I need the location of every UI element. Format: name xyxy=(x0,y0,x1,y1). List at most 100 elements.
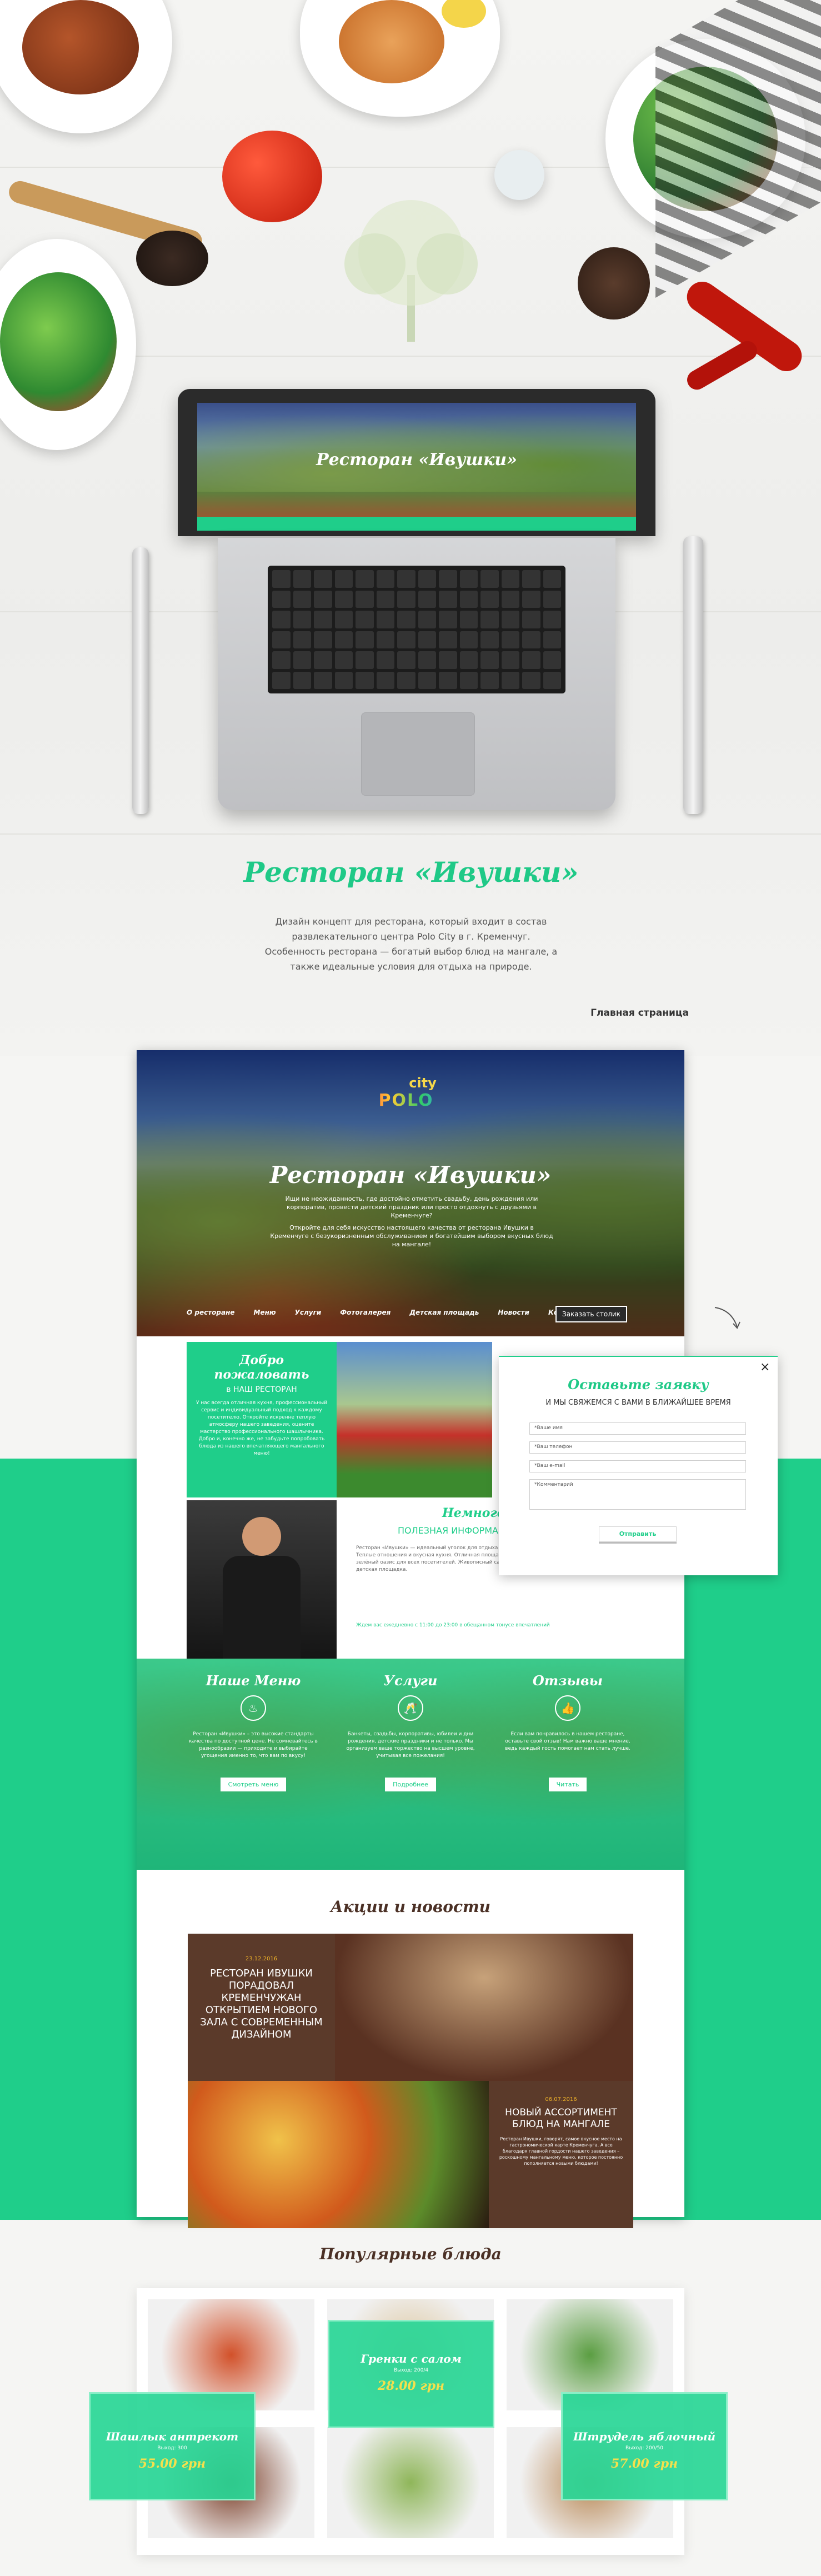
keyboard-key xyxy=(418,570,436,588)
nav-item[interactable]: Новости xyxy=(498,1309,529,1316)
nav-item[interactable]: Детская площадь xyxy=(409,1309,479,1316)
keyboard-key xyxy=(522,671,540,689)
news-title: Акции и новости xyxy=(331,1898,490,1916)
keyboard-key xyxy=(397,611,415,628)
keyboard-key xyxy=(272,671,291,689)
feature-cta-button[interactable]: Читать xyxy=(548,1778,587,1791)
keyboard-key xyxy=(334,590,353,608)
polo-city-logo[interactable]: city POLO xyxy=(362,1075,450,1120)
feature-cta-button[interactable]: Смотреть меню xyxy=(220,1778,287,1791)
keyboard-key xyxy=(356,671,374,689)
peppercorns-icon xyxy=(136,231,208,286)
keyboard-key xyxy=(480,651,499,669)
keyboard-key xyxy=(480,631,499,648)
keyboard-key xyxy=(418,590,436,608)
keyboard-key xyxy=(501,590,519,608)
dish-name: Штрудель яблочный xyxy=(573,2430,715,2443)
phone-input[interactable]: *Ваш телефон xyxy=(529,1441,746,1454)
keyboard-key xyxy=(334,671,353,689)
dish-name: Гренки с салом xyxy=(361,2352,462,2365)
keyboard-key xyxy=(501,651,519,669)
keyboard-key xyxy=(459,611,478,628)
keyboard-key xyxy=(293,631,311,648)
keyboard-key xyxy=(397,590,415,608)
form-title: Оставьте заявку xyxy=(568,1376,709,1392)
keyboard-key xyxy=(314,590,332,608)
keyboard-key xyxy=(480,590,499,608)
news-date: 06.07.2016 xyxy=(545,2096,577,2103)
keyboard-key xyxy=(439,590,457,608)
keyboard-key xyxy=(376,570,394,588)
feature-column: Наше Меню ♨ Ресторан «Ивушки» – это высоки… xyxy=(187,1673,320,1791)
keyboard-key xyxy=(501,570,519,588)
news-card-1[interactable]: 23.12.2016 РЕСТОРАН ИВУШКИ ПОРАДОВАЛ КРЕ… xyxy=(188,1934,335,2081)
keyboard-key xyxy=(293,651,311,669)
nav-item[interactable]: Фотогалерея xyxy=(340,1309,391,1316)
hero-tabletop: Ресторан «Ивушки» Ресторан «Ивушки» Диза… xyxy=(0,0,821,1056)
steak-icon xyxy=(22,0,139,94)
keyboard-key xyxy=(522,631,540,648)
keyboard-key xyxy=(314,671,332,689)
nav-item[interactable]: Услуги xyxy=(295,1309,322,1316)
dish-card-1[interactable]: Шашлык антрекот Выход: 300 55.00 грн xyxy=(89,2392,256,2500)
keyboard-key xyxy=(376,671,394,689)
keyboard-key xyxy=(418,631,436,648)
keyboard-key xyxy=(522,570,540,588)
nav-item[interactable]: Меню xyxy=(254,1309,276,1316)
keyboard-key xyxy=(459,590,478,608)
dish-card-2[interactable]: Гренки с салом Выход: 200/4 28.00 грн xyxy=(328,2320,494,2428)
dish-price: 55.00 грн xyxy=(138,2457,206,2471)
welcome-box: Добро пожаловать в НАШ РЕСТОРАН У нас вс… xyxy=(187,1342,337,1497)
logo-polo-text: POLO xyxy=(362,1091,450,1110)
close-icon[interactable]: × xyxy=(760,1360,770,1374)
features-section: Наше Меню ♨ Ресторан «Ивушки» – это высоки… xyxy=(137,1659,684,1870)
keyboard-key xyxy=(439,671,457,689)
keyboard-key xyxy=(501,611,519,628)
feature-title: Наше Меню xyxy=(206,1673,301,1689)
dish-photo[interactable] xyxy=(327,2427,494,2538)
chili-pepper-icon xyxy=(683,337,761,393)
keyboard-key xyxy=(480,611,499,628)
feature-column: Услуги 🥂 Банкеты, свадьбы, корпоративы, юб… xyxy=(344,1673,477,1791)
comment-textarea[interactable]: *Комментарий xyxy=(529,1479,746,1510)
keyboard-key xyxy=(480,570,499,588)
dish-price: 28.00 грн xyxy=(377,2379,445,2393)
book-table-button[interactable]: Заказать столик xyxy=(555,1306,627,1322)
keyboard-key xyxy=(376,631,394,648)
keyboard-key xyxy=(272,570,291,588)
fork-icon xyxy=(132,547,149,814)
keyboard-key xyxy=(397,651,415,669)
keyboard-key xyxy=(272,651,291,669)
thumbs-up-icon: 👍 xyxy=(555,1695,580,1721)
popular-title: Популярные блюда xyxy=(319,2245,502,2263)
keyboard-key xyxy=(356,590,374,608)
nav-item[interactable]: О ресторане xyxy=(187,1309,235,1316)
keyboard-key xyxy=(522,590,540,608)
keyboard-key xyxy=(314,611,332,628)
logo-city-text: city xyxy=(409,1075,437,1091)
site-hero-lead: Ищи не неожиданность, где достойно отмет… xyxy=(285,1195,538,1219)
lemon-icon xyxy=(442,0,486,28)
keyboard-key xyxy=(459,570,478,588)
keyboard-key xyxy=(480,671,499,689)
keyboard-key xyxy=(418,611,436,628)
site-hero-body: Откройте для себя искусство настоящего к… xyxy=(270,1224,553,1248)
keyboard-key xyxy=(522,651,540,669)
submit-button[interactable]: Отправить xyxy=(599,1526,677,1542)
news-headline: РЕСТОРАН ИВУШКИ ПОРАДОВАЛ КРЕМЕНЧУЖАН ОТ… xyxy=(200,1968,323,2040)
dish-card-3[interactable]: Штрудель яблочный Выход: 200/50 57.00 гр… xyxy=(561,2392,728,2500)
keyboard-key xyxy=(439,651,457,669)
keyboard-key xyxy=(397,631,415,648)
feature-text: Если вам понравилось в нашем ресторане, … xyxy=(505,1731,630,1751)
name-input[interactable]: *Ваше имя xyxy=(529,1422,746,1435)
keyboard-key xyxy=(501,671,519,689)
terrace-photo xyxy=(337,1342,492,1497)
keyboard-key xyxy=(543,651,561,669)
chef-face xyxy=(242,1517,281,1556)
feature-cta-button[interactable]: Подробнее xyxy=(385,1778,436,1791)
news-card-2[interactable]: 06.07.2016 НОВЫЙ АССОРТИМЕНТ БЛЮД НА МАН… xyxy=(489,2081,633,2228)
spice-bowl-icon xyxy=(578,247,650,319)
email-input[interactable]: *Ваш e-mail xyxy=(529,1460,746,1472)
banquet-hall-photo xyxy=(335,1934,633,2081)
keyboard-key xyxy=(397,671,415,689)
